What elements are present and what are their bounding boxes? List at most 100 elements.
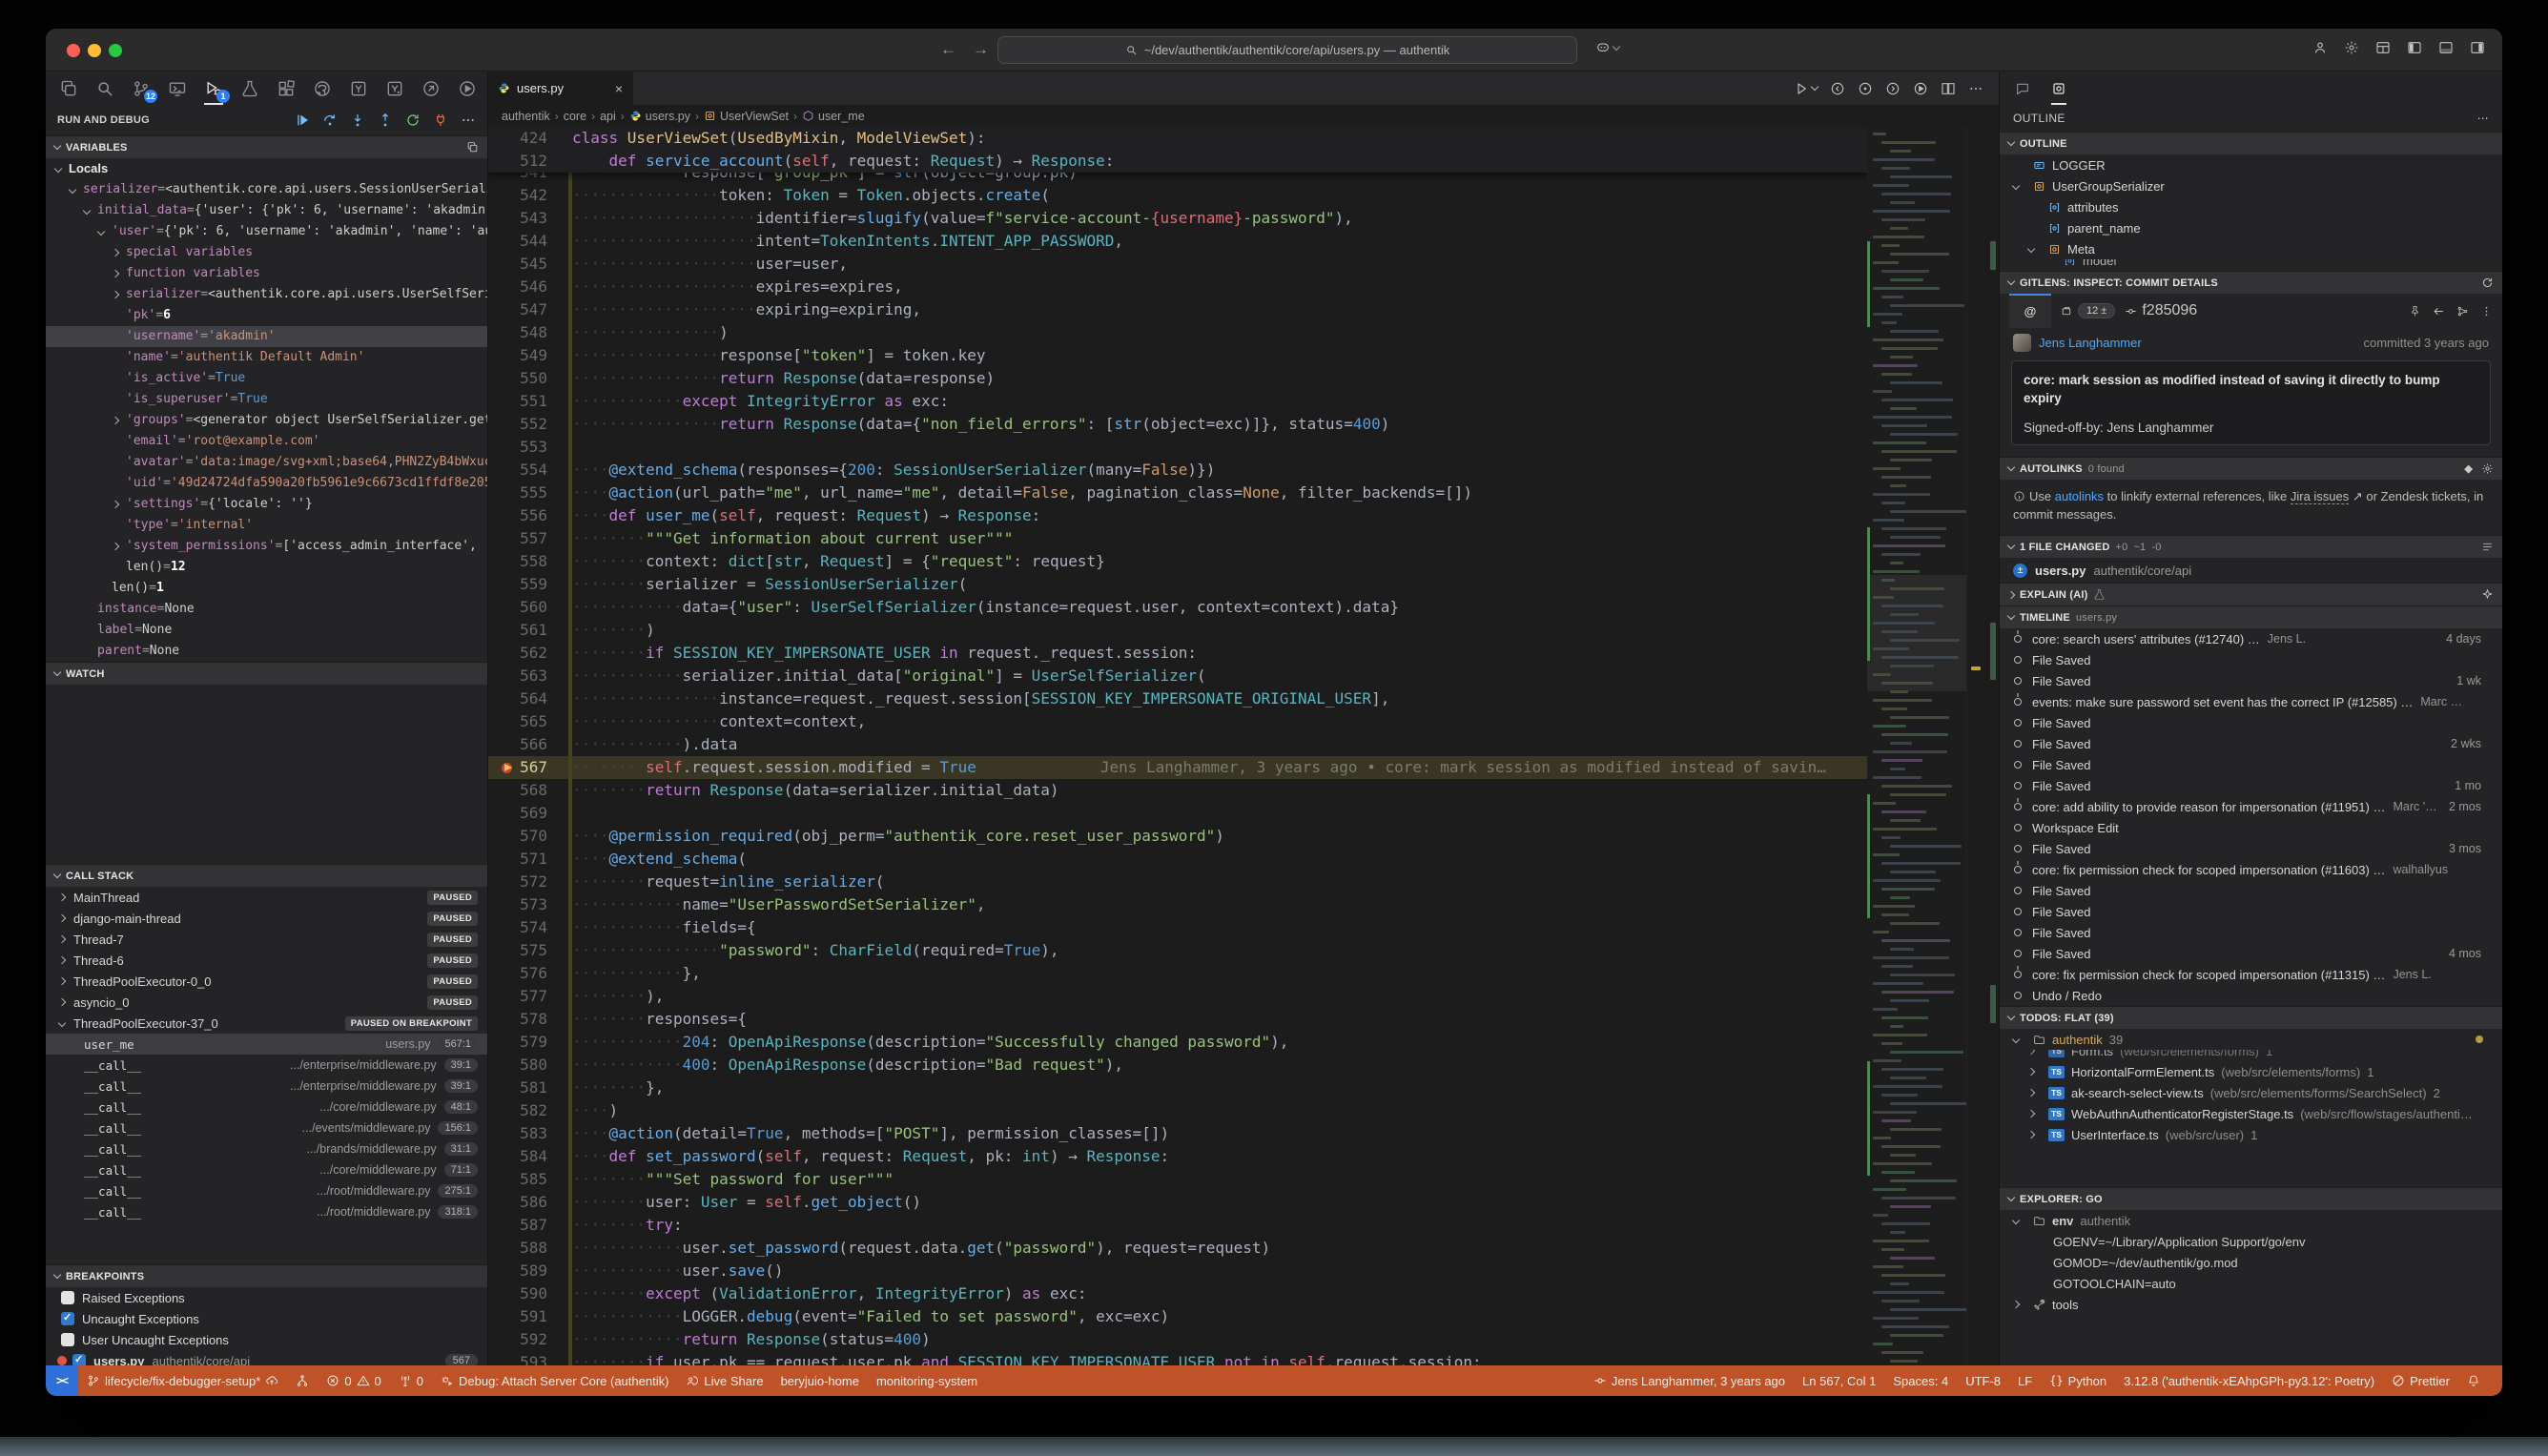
variable-row[interactable]: 'username' = 'akadmin' (46, 326, 487, 347)
line-number[interactable]: 566 (488, 733, 572, 756)
status-python-interpreter[interactable]: 3.12.8 ('authentik-xEAhpGPh-py3.12': Poe… (2115, 1365, 2383, 1396)
code-line[interactable]: 569 (488, 802, 1867, 825)
code-line[interactable]: 556····def user_me(self, request: Reques… (488, 504, 1867, 527)
outline-item[interactable]: Meta (2000, 238, 2502, 259)
line-number[interactable]: 547 (488, 298, 572, 321)
code-line[interactable]: 550················return Response(data=… (488, 367, 1867, 390)
variable-row[interactable]: len() = 12 (46, 557, 487, 578)
activity-source-control[interactable]: 12 (132, 72, 151, 105)
status-encoding[interactable]: UTF-8 (1957, 1365, 2009, 1396)
line-number[interactable]: 558 (488, 550, 572, 573)
status-prettier[interactable]: Prettier (2383, 1365, 2458, 1396)
line-number[interactable]: 559 (488, 573, 572, 596)
activity-comments[interactable] (385, 72, 404, 105)
timeline-item[interactable]: File Saved (2000, 649, 2502, 670)
activity-pull-requests[interactable] (349, 72, 368, 105)
code-line[interactable]: 551············except IntegrityError as … (488, 390, 1867, 413)
todo-file-row[interactable]: TSak-search-select-view.ts(web/src/eleme… (2000, 1082, 2502, 1103)
restart-button[interactable] (405, 113, 421, 128)
thread-row[interactable]: Thread-6PAUSED (46, 950, 487, 971)
breakpoint-checkbox[interactable] (61, 1291, 74, 1304)
stack-frame-row[interactable]: __call__.../enterprise/middleware.py39:1 (46, 1055, 487, 1076)
navigate-forward-button[interactable] (1885, 81, 1901, 96)
variable-row[interactable]: 'pk' = 6 (46, 305, 487, 326)
explain-ai-section-header[interactable]: EXPLAIN (AI) (2000, 583, 2502, 605)
line-number[interactable]: 552 (488, 413, 572, 436)
breadcrumb-item[interactable]: core (564, 110, 586, 123)
line-number[interactable]: 589 (488, 1260, 572, 1282)
activity-extensions[interactable] (277, 72, 296, 105)
code-line[interactable]: 580············400: OpenApiResponse(desc… (488, 1054, 1867, 1077)
timeline-item[interactable]: core: fix permission check for scoped im… (2000, 964, 2502, 985)
stack-frame-row[interactable]: __call__.../root/middleware.py275:1 (46, 1180, 487, 1201)
line-number[interactable]: 579 (488, 1031, 572, 1054)
code-line[interactable]: 566············).data (488, 733, 1867, 756)
refresh-icon[interactable] (2481, 277, 2494, 289)
activity-github[interactable] (313, 72, 332, 105)
line-number[interactable]: 584 (488, 1145, 572, 1168)
line-number[interactable]: 548 (488, 321, 572, 344)
open-variables-view-icon[interactable] (466, 141, 479, 154)
code-line[interactable]: 559········serializer = SessionUserSeria… (488, 573, 1867, 596)
activity-run-and-debug[interactable]: 1 (204, 72, 223, 105)
code-line[interactable]: 512 def service_account(self, request: R… (488, 150, 1867, 173)
go-env-var[interactable]: GOMOD=~/dev/authentik/go.mod (2000, 1252, 2502, 1273)
line-number[interactable]: 543 (488, 207, 572, 230)
timeline-item[interactable]: Workspace Edit (2000, 817, 2502, 838)
status-cursor-position[interactable]: Ln 567, Col 1 (1794, 1365, 1884, 1396)
todo-file-row[interactable]: TSWebAuthnAuthenticatorRegisterStage.ts(… (2000, 1103, 2502, 1124)
code-line[interactable]: 575················"password": CharField… (488, 939, 1867, 962)
todo-file-row[interactable]: TSUserInterface.ts(web/src/user)1 (2000, 1124, 2502, 1145)
code-line[interactable]: 576············}, (488, 962, 1867, 985)
account-icon[interactable] (2312, 40, 2328, 55)
sticky-scroll[interactable]: 424class UserViewSet(UsedByMixin, ModelV… (488, 127, 1867, 173)
timeline-item[interactable]: File Saved (2000, 901, 2502, 922)
code-line[interactable]: 544····················intent=TokenInten… (488, 230, 1867, 253)
code-line[interactable]: 585········"""Set password for user""" (488, 1168, 1867, 1191)
todo-file-row[interactable]: TSForm.ts(web/src/elements/forms)1 (2000, 1050, 2502, 1061)
customize-layout-icon[interactable] (2375, 40, 2391, 55)
breakpoint-checkbox[interactable] (72, 1354, 86, 1365)
line-number[interactable]: 551 (488, 390, 572, 413)
pin-icon[interactable] (2409, 305, 2421, 318)
history-back-button[interactable]: ← (940, 40, 956, 59)
go-env-row[interactable]: envauthentik (2000, 1210, 2502, 1231)
kebab-menu-icon[interactable] (2480, 305, 2493, 318)
code-line[interactable]: 571····@extend_schema( (488, 848, 1867, 871)
stack-frame-row[interactable]: __call__.../core/middleware.py48:1 (46, 1097, 487, 1118)
breakpoint-row[interactable]: Uncaught Exceptions (46, 1308, 487, 1329)
line-number[interactable]: 583 (488, 1122, 572, 1145)
breadcrumb-item[interactable]: users.py (629, 110, 690, 123)
line-number[interactable]: 556 (488, 504, 572, 527)
line-number[interactable]: 573 (488, 893, 572, 916)
line-number[interactable]: 581 (488, 1077, 572, 1099)
timeline-item[interactable]: File Saved (2000, 712, 2502, 733)
go-tools-row[interactable]: tools (2000, 1294, 2502, 1315)
thread-row[interactable]: ThreadPoolExecutor-37_0PAUSED ON BREAKPO… (46, 1013, 487, 1034)
code-line[interactable]: 589············user.save() (488, 1260, 1867, 1282)
variable-row[interactable]: len() = 1 (46, 578, 487, 599)
code-line[interactable]: 554····@extend_schema(responses={200: Se… (488, 459, 1867, 482)
activity-runner[interactable] (458, 72, 477, 105)
line-number[interactable]: 544 (488, 230, 572, 253)
call-stack-section-header[interactable]: CALL STACK (46, 864, 487, 887)
more-actions-button[interactable] (1968, 81, 1983, 96)
status-monitoring-system[interactable]: monitoring-system (868, 1365, 986, 1396)
disconnect-button[interactable] (433, 113, 448, 128)
step-out-button[interactable] (378, 113, 393, 128)
thread-row[interactable]: MainThreadPAUSED (46, 887, 487, 908)
code-line[interactable]: 565················context=context, (488, 710, 1867, 733)
code-line[interactable]: 545····················user=user, (488, 253, 1867, 276)
commit-message-box[interactable]: core: mark session as modified instead o… (2011, 360, 2491, 445)
line-number[interactable]: 592 (488, 1328, 572, 1351)
breadcrumb-item[interactable]: user_me (802, 110, 865, 123)
variable-row[interactable]: initial_data = {'user': {'pk': 6, 'usern… (46, 200, 487, 221)
variable-row[interactable]: 'email' = 'root@example.com' (46, 431, 487, 452)
timeline-item[interactable]: File Saved1 wk (2000, 670, 2502, 691)
autolinks-section-header[interactable]: AUTOLINKS 0 found ◆ (2000, 457, 2502, 480)
line-number[interactable]: 553 (488, 436, 572, 459)
outline-item[interactable]: UserGroupSerializer (2000, 175, 2502, 196)
line-number[interactable]: 561 (488, 619, 572, 642)
files-changed-badge[interactable]: 12 ± (2061, 303, 2115, 318)
code-line[interactable]: 549················response["token"] = t… (488, 344, 1867, 367)
